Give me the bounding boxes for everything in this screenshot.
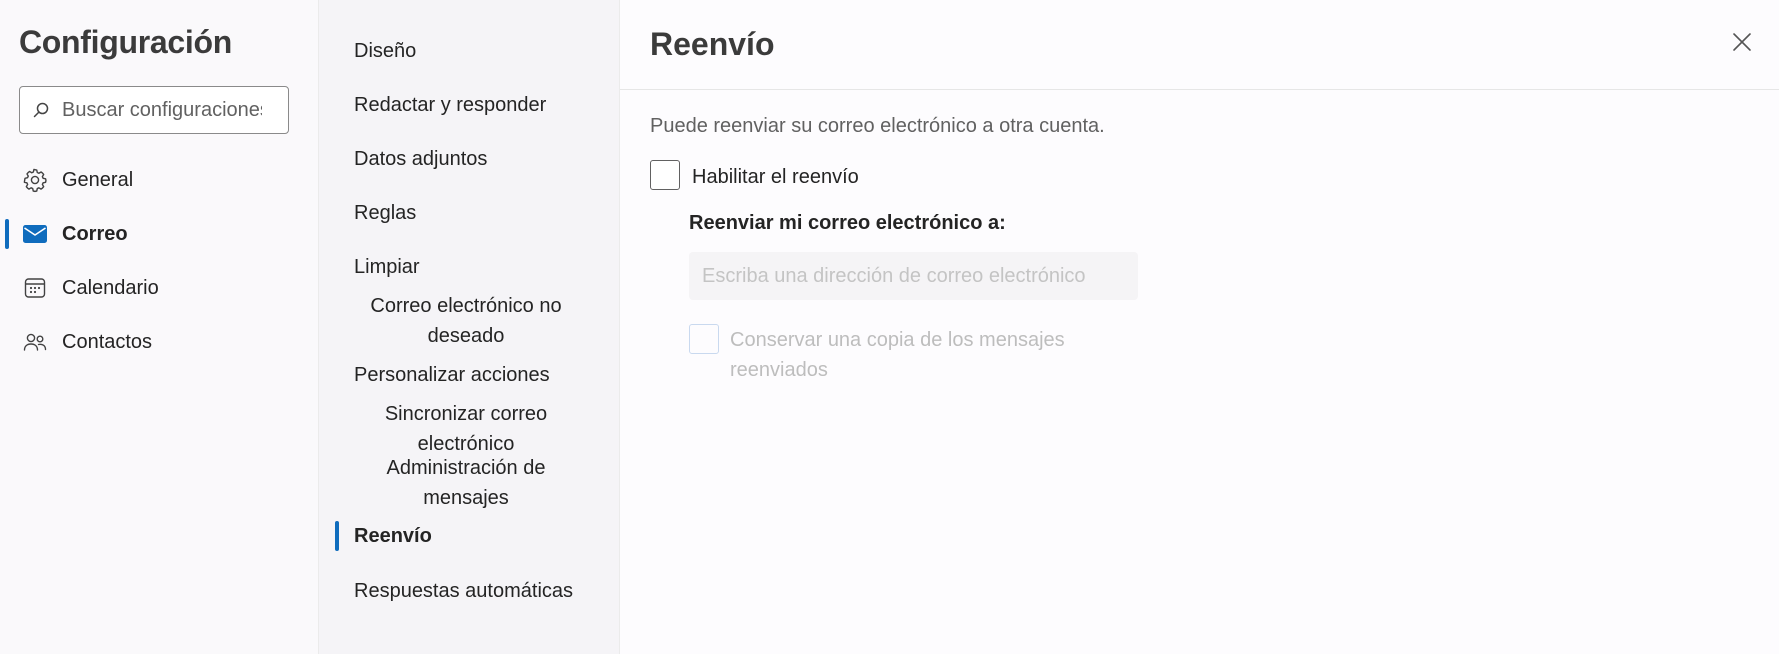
subnav-item-sweep[interactable]: Limpiar — [354, 256, 420, 279]
gear-icon — [22, 167, 48, 193]
subnav-item-sync-email[interactable]: Sincronizar correo electrónico — [375, 399, 557, 459]
enable-forwarding-label[interactable]: Habilitar el reenvío — [692, 166, 859, 189]
close-button[interactable] — [1728, 28, 1756, 56]
subnav-item-compose-reply[interactable]: Redactar y responder — [354, 94, 546, 117]
category-calendar[interactable]: Calendario — [0, 263, 318, 313]
subnav-item-forwarding[interactable]: Reenvío — [354, 525, 432, 548]
forwarding-description: Puede reenviar su correo electrónico a o… — [650, 115, 1105, 137]
subnav-item-customize-actions[interactable]: Personalizar acciones — [354, 364, 550, 387]
mail-icon — [22, 221, 48, 247]
forward-address-input[interactable] — [689, 252, 1138, 300]
search-input[interactable] — [62, 98, 262, 122]
pane-header: Reenvío — [620, 0, 1779, 90]
category-label: Correo — [62, 222, 128, 245]
subnav-item-layout[interactable]: Diseño — [354, 40, 416, 63]
people-icon — [22, 329, 48, 355]
forwarding-settings-pane: Reenvío Puede reenviar su correo electró… — [619, 0, 1779, 654]
subnav-selected-indicator — [335, 521, 339, 551]
page-title: Reenvío — [650, 26, 775, 62]
subnav-item-message-handling[interactable]: Administración de mensajes — [375, 453, 557, 513]
enable-forwarding-checkbox[interactable] — [650, 160, 680, 190]
search-icon — [32, 101, 50, 119]
category-contacts[interactable]: Contactos — [0, 317, 318, 367]
subnav-item-auto-replies[interactable]: Respuestas automáticas — [354, 580, 573, 603]
category-label: Contactos — [62, 330, 153, 353]
forward-to-label: Reenviar mi correo electrónico a: — [689, 212, 1006, 234]
keep-copy-label[interactable]: Conservar una copia de los mensajes reen… — [730, 325, 1090, 385]
close-icon — [1731, 31, 1753, 53]
category-mail[interactable]: Correo — [0, 209, 318, 259]
category-label: General — [62, 168, 134, 191]
keep-copy-checkbox[interactable] — [689, 324, 719, 354]
settings-title: Configuración — [19, 24, 232, 60]
calendar-icon — [22, 275, 48, 301]
category-general[interactable]: General — [0, 155, 318, 205]
subnav-item-rules[interactable]: Reglas — [354, 202, 416, 225]
settings-categories-pane: Configuración General Correo Calendario … — [0, 0, 318, 654]
mail-settings-subnav: Diseño Redactar y responder Datos adjunt… — [318, 0, 619, 654]
category-label: Calendario — [62, 276, 159, 299]
subnav-item-attachments[interactable]: Datos adjuntos — [354, 148, 487, 171]
search-box[interactable] — [19, 86, 289, 134]
subnav-item-junk-email[interactable]: Correo electrónico no deseado — [363, 291, 569, 351]
